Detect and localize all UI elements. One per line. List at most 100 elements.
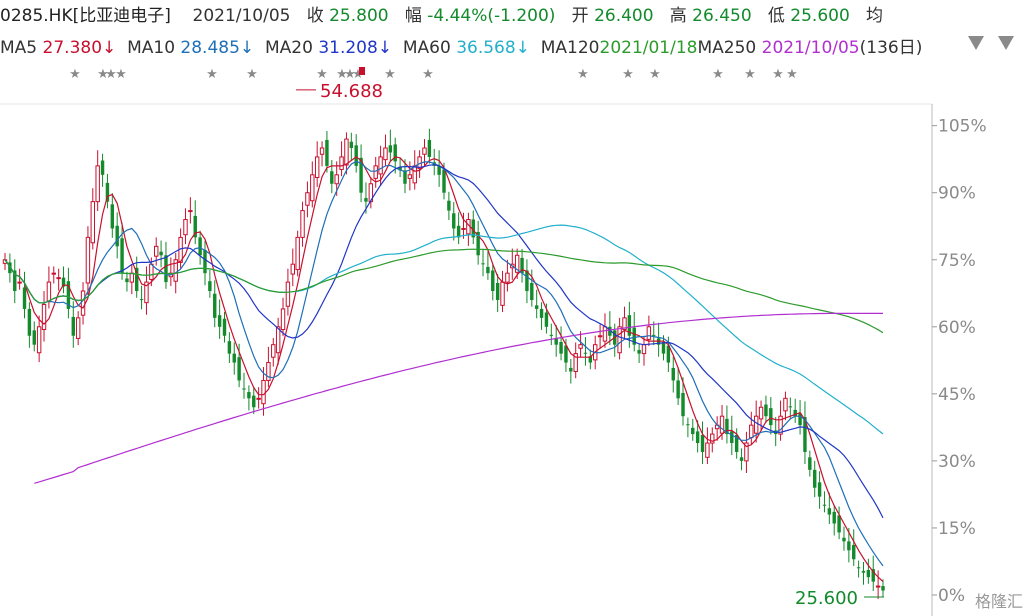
candle-body-down: [866, 569, 871, 578]
event-star-icon: ★: [422, 67, 434, 82]
candle-body-up: [597, 335, 603, 338]
candle-body-down: [671, 367, 675, 381]
candle-body-up: [646, 326, 652, 340]
y-axis-label: 45%: [938, 385, 976, 405]
candle-body-down: [125, 278, 129, 283]
candle-body-up: [314, 156, 320, 179]
candle-body-down: [232, 353, 236, 363]
y-axis-label: 75%: [938, 251, 976, 271]
candle-body-up: [300, 210, 305, 238]
candle-body-up: [36, 326, 42, 354]
candle-body-down: [208, 281, 212, 292]
candle-body-down: [100, 160, 105, 175]
candle-body-down: [447, 200, 451, 211]
candle-body-up: [505, 272, 510, 283]
event-star-icon: ★: [577, 67, 589, 82]
candle-body-down: [71, 316, 75, 336]
candle-body-down: [764, 404, 768, 417]
candle-body-down: [813, 469, 817, 488]
candle-body-down: [486, 266, 490, 274]
candle-body-up: [753, 415, 759, 434]
candle-body-up: [188, 210, 193, 213]
candle-body-up: [56, 277, 61, 280]
candle-body-up: [95, 165, 100, 203]
candle-body-up: [271, 344, 276, 358]
candle-body-up: [80, 290, 86, 316]
max-price-label: 54.688: [320, 81, 383, 102]
candle-body-down: [495, 282, 500, 300]
candle-body-up: [290, 263, 295, 275]
candle-body-up: [412, 165, 417, 184]
candle-body-down: [681, 392, 685, 417]
event-flag-icon: [359, 67, 365, 75]
candle-body-down: [822, 504, 827, 506]
candle-body-down: [852, 544, 856, 560]
candle-body-down: [881, 586, 885, 591]
candle-body-up: [705, 442, 710, 458]
candle-body-down: [554, 338, 558, 345]
event-star-icon: ★: [246, 67, 258, 82]
candle-body-up: [285, 281, 291, 307]
candle-body-up: [578, 344, 583, 349]
candle-body-up: [422, 147, 427, 155]
candle-body-down: [695, 431, 700, 444]
candle-body-down: [349, 141, 354, 148]
candle-body-down: [393, 144, 397, 162]
candle-body-down: [637, 350, 641, 354]
candle-body-up: [407, 174, 413, 179]
candle-body-down: [388, 145, 393, 153]
candle-body-down: [198, 237, 202, 256]
candle-body-down: [847, 541, 851, 551]
candle-body-down: [354, 145, 358, 166]
event-star-icon: ★: [69, 67, 81, 82]
event-star-icon: ★: [744, 67, 756, 82]
candle-body-down: [115, 225, 119, 247]
candle-body-up: [500, 281, 505, 306]
ma10-line: [4, 160, 884, 567]
candle-body-up: [602, 326, 608, 342]
candle-body-down: [544, 312, 549, 327]
candle-body-up: [305, 192, 310, 206]
candle-body-up: [295, 236, 300, 271]
candle-body-down: [364, 198, 368, 202]
stock-chart: 105%90%75%60%45%30%15%0%★ ★★★ ★ ★ ★ ★★★ ★ ★ ★ ★ ★ ★…: [0, 67, 987, 616]
ma60-line: [4, 224, 884, 435]
candle-body-up: [378, 156, 383, 175]
y-axis-label: 105%: [938, 117, 987, 137]
candle-body-up: [373, 165, 378, 179]
candle-body-down: [491, 270, 495, 292]
candle-body-up: [641, 344, 647, 355]
candle-body-up: [17, 281, 22, 284]
event-star-icon: ★: [786, 67, 798, 82]
candle-body-down: [808, 457, 812, 470]
event-star-icon: ★: [712, 67, 724, 82]
candle-body-down: [569, 367, 573, 372]
candle-body-down: [252, 395, 256, 408]
candle-body-up: [75, 317, 81, 339]
candle-body-down: [325, 139, 329, 166]
candle-body-down: [247, 392, 251, 399]
candle-body-down: [832, 511, 836, 524]
candle-body-down: [856, 567, 861, 569]
event-star-icon: ★: [384, 67, 396, 82]
event-star-icon: ★: [206, 67, 218, 82]
candle-body-down: [661, 341, 666, 354]
candle-body-down: [700, 434, 705, 452]
candle-body-down: [827, 508, 832, 515]
candle-body-down: [164, 255, 168, 283]
candle-body-down: [32, 330, 36, 345]
event-star-icon: ★: [316, 67, 328, 82]
candle-body-up: [256, 397, 261, 400]
candle-body-up: [749, 424, 754, 439]
candle-body-down: [861, 570, 866, 573]
event-star-icon: ★: [622, 67, 634, 82]
candle-body-up: [875, 585, 881, 588]
candle-body-up: [85, 236, 91, 284]
candle-body-up: [339, 156, 344, 170]
candle-body-down: [27, 308, 32, 336]
candle-body-up: [617, 326, 622, 354]
candle-body-up: [41, 303, 47, 330]
candle-body-up: [310, 174, 315, 202]
candle-body-up: [261, 379, 266, 405]
y-axis-label: 30%: [938, 452, 976, 472]
